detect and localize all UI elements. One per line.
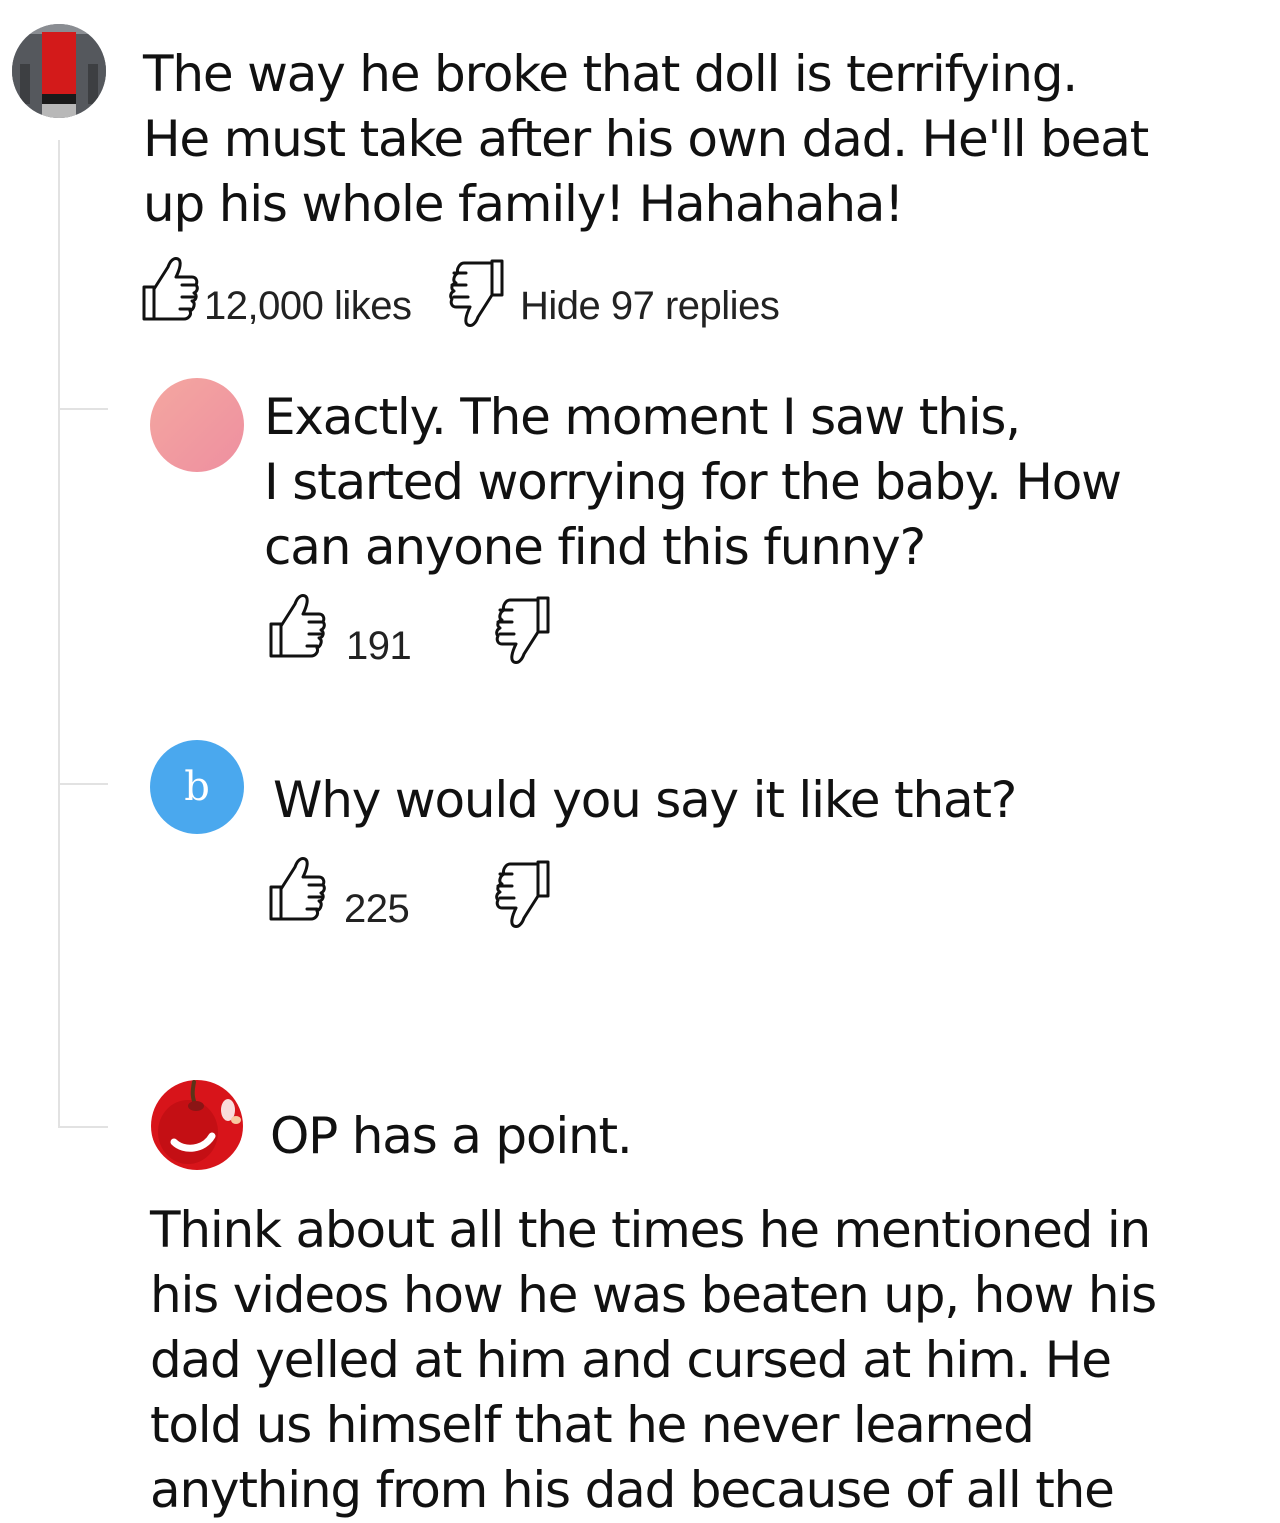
thread-branch-reply-2 [58,783,108,785]
reply-2-dislike-button[interactable] [492,856,556,932]
reply-2-avatar[interactable]: b [150,740,244,834]
thumbs-down-icon [495,596,550,664]
thumbs-down-icon [449,259,504,327]
main-dislike-button[interactable] [446,255,510,331]
thread-line [58,140,60,1128]
pink-gradient-avatar-icon [150,378,244,472]
main-like-button[interactable] [138,253,200,325]
reply-3-text: OP has a point. [270,1107,633,1165]
thread-branch-reply-1 [58,408,108,410]
hide-replies-link[interactable]: Hide 97 replies [520,284,780,329]
reply-3-avatar[interactable] [150,1076,244,1170]
thumbs-up-icon [142,257,199,321]
reply-1-avatar[interactable] [150,378,244,472]
reply-2-like-count: 225 [344,887,410,931]
reply-1-text: Exactly. The moment I saw this, I starte… [264,388,1122,576]
thumbs-up-icon [269,594,326,658]
thumbs-up-icon [269,857,326,921]
red-shirt-person-avatar-icon [12,24,106,118]
letter-b-avatar-icon: b [184,764,210,810]
reply-3-text-continued: Think about all the times he mentioned i… [150,1201,1157,1519]
thumbs-down-icon [495,860,550,928]
main-comment-text: The way he broke that doll is terrifying… [143,45,1149,233]
reply-1-like-button[interactable] [265,590,327,662]
cherry-avatar-icon [150,1076,244,1170]
main-like-count: 12,000 likes [204,284,412,328]
reply-2-like-button[interactable] [265,853,327,925]
reply-1-dislike-button[interactable] [492,592,556,668]
thread-branch-reply-3 [58,1126,108,1128]
reply-2-text: Why would you say it like that? [273,771,1017,829]
main-comment-avatar[interactable] [12,24,106,118]
reply-1-like-count: 191 [346,624,412,668]
